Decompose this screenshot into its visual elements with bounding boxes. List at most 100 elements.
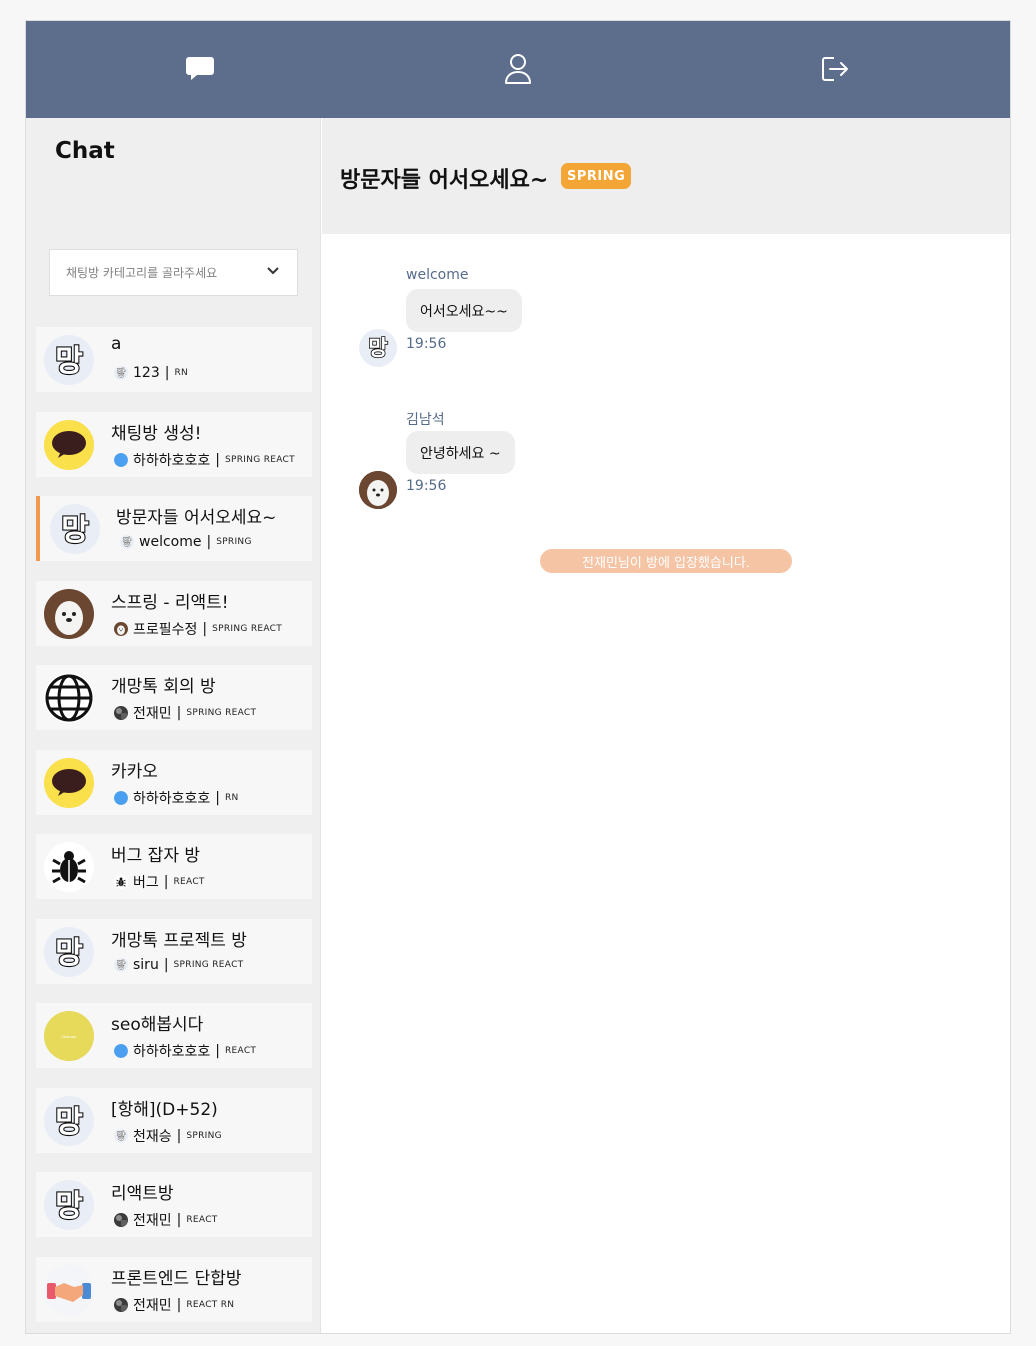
room-avatar: 망 — [44, 1180, 94, 1230]
room-list-item[interactable]: 카카오 하하하호호호 | RN — [36, 749, 312, 815]
message-avatar[interactable] — [359, 471, 397, 509]
room-meta: 전재민 | SPRING REACT — [114, 703, 256, 723]
room-meta: 망 천재승 | SPRING — [114, 1126, 222, 1146]
owner-avatar — [114, 1297, 128, 1312]
room-tags: REACT — [186, 1215, 218, 1225]
room-meta: 전재민 | REACT — [114, 1210, 218, 1230]
message-author: welcome — [406, 267, 469, 283]
room-owner: 전재민 — [133, 1297, 172, 1314]
message-bubble: 어서오세요~~ — [406, 289, 522, 332]
room-avatar: SeoLogo — [44, 1011, 94, 1061]
meta-separator: | — [176, 1212, 182, 1228]
room-tags: SPRING — [216, 537, 252, 547]
chat-sidebar: Chat 채팅방 카테고리를 골라주세요 망 a 망 123 | RN 채팅방 … — [26, 118, 321, 1333]
category-select-placeholder: 채팅방 카테고리를 골라주세요 — [66, 266, 218, 280]
meta-separator: | — [176, 1296, 182, 1313]
svg-text:망: 망 — [117, 367, 126, 379]
room-name: a — [111, 334, 122, 354]
room-list-item[interactable]: 채팅방 생성! 하하하호호호 | SPRING REACT — [36, 411, 312, 477]
system-message: 전재민님이 방에 입장했습니다. — [540, 549, 792, 573]
meta-separator: | — [215, 789, 220, 806]
room-meta: 망 welcome | SPRING — [120, 534, 252, 550]
room-owner: siru — [133, 956, 159, 973]
room-list-item[interactable]: 망 [항해](D+52) 망 천재승 | SPRING — [36, 1087, 312, 1153]
room-list-item[interactable]: 개망톡 회의 방 전재민 | SPRING REACT — [36, 665, 312, 730]
owner-avatar: 망 — [114, 957, 128, 972]
room-meta: 망 123 | RN — [114, 365, 188, 381]
owner-avatar — [114, 1213, 128, 1227]
owner-avatar — [114, 875, 128, 889]
mang-logo-icon: 망 — [368, 335, 389, 361]
svg-text:망: 망 — [55, 1189, 83, 1224]
room-owner: 천재승 — [133, 1128, 172, 1145]
room-category-badge: SPRING — [561, 163, 632, 189]
profile-nav-button[interactable] — [500, 51, 536, 87]
sidebar-title: Chat — [55, 138, 115, 164]
room-list-item[interactable]: 스프링 - 리액트! 프로필수정 | SPRING REACT — [36, 580, 312, 646]
message-time: 19:56 — [406, 336, 447, 352]
room-name: [항해](D+52) — [111, 1099, 218, 1120]
room-list: 망 a 망 123 | RN 채팅방 생성! 하하하호호호 | SPRING R… — [36, 327, 312, 1333]
room-name: 개망톡 회의 방 — [111, 677, 216, 697]
room-tags: REACT — [225, 1046, 257, 1056]
room-list-item[interactable]: SeoLogo seo해봅시다 하하하호호호 | REACT — [36, 1003, 312, 1068]
svg-text:SeoLogo: SeoLogo — [62, 1035, 77, 1039]
room-avatar — [44, 419, 94, 470]
room-tags: SPRING REACT — [212, 623, 283, 634]
meta-separator: | — [206, 534, 212, 550]
room-list-item[interactable]: 망 리액트방 전재민 | REACT — [36, 1172, 312, 1237]
meta-separator: | — [215, 451, 220, 468]
message-time: 19:56 — [406, 478, 447, 494]
room-list-item[interactable]: 망 방문자들 어서오세요~ 망 welcome | SPRING — [36, 496, 312, 561]
room-owner: 전재민 — [133, 706, 172, 722]
room-name: 채팅방 생성! — [111, 423, 202, 444]
room-avatar: 망 — [44, 335, 94, 385]
app-window: Chat 채팅방 카테고리를 골라주세요 망 a 망 123 | RN 채팅방 … — [25, 20, 1011, 1334]
room-tags: RN — [174, 368, 189, 378]
meta-separator: | — [176, 1127, 182, 1144]
owner-avatar: 망 — [114, 366, 128, 380]
room-owner: 하하하호호호 — [133, 790, 211, 807]
svg-text:망: 망 — [368, 336, 387, 360]
chat-panel: 방문자들 어서오세요~ SPRING welcome 어서오세요~~ 망 19:… — [322, 118, 1010, 1333]
room-owner: welcome — [139, 534, 202, 550]
room-name: 프론트엔드 단합방 — [111, 1268, 242, 1289]
room-meta: 전재민 | REACT RN — [114, 1295, 234, 1315]
meta-separator: | — [215, 1043, 220, 1059]
room-list-item[interactable]: 버그 잡자 방 버그 | REACT — [36, 834, 312, 899]
room-title: 방문자들 어서오세요~ — [340, 168, 549, 193]
room-avatar — [44, 588, 94, 639]
room-tags: SPRING — [186, 1130, 222, 1141]
room-list-item[interactable]: 망 개망톡 프로젝트 방 망 siru | SPRING REACT — [36, 918, 312, 984]
room-owner: 하하하호호호 — [133, 1044, 211, 1060]
message-avatar[interactable]: 망 — [359, 329, 397, 367]
top-nav-bar — [26, 21, 1010, 118]
chat-nav-button[interactable] — [182, 51, 218, 87]
svg-text:망: 망 — [55, 1105, 83, 1140]
room-meta: 하하하호호호 | RN — [114, 788, 239, 808]
room-tags: REACT RN — [186, 1299, 235, 1310]
room-tags: REACT — [173, 877, 205, 887]
room-name: 버그 잡자 방 — [111, 846, 201, 866]
room-meta: 프로필수정 | SPRING REACT — [114, 619, 282, 639]
room-list-item[interactable]: 프론트엔드 단합방 전재민 | REACT RN — [36, 1256, 312, 1322]
room-name: 카카오 — [111, 761, 158, 782]
room-owner: 123 — [133, 365, 160, 381]
room-tags: SPRING REACT — [225, 454, 295, 465]
room-tags: SPRING REACT — [173, 959, 244, 970]
meta-separator: | — [163, 956, 169, 973]
meta-separator: | — [164, 365, 170, 381]
meta-separator: | — [176, 705, 182, 721]
room-list-item[interactable]: 망 a 망 123 | RN — [36, 327, 312, 392]
category-select[interactable]: 채팅방 카테고리를 골라주세요 — [49, 249, 298, 296]
room-avatar: 망 — [50, 504, 100, 554]
meta-separator: | — [163, 874, 169, 890]
room-owner: 프로필수정 — [133, 621, 198, 638]
owner-avatar — [114, 452, 128, 467]
room-owner: 하하하호호호 — [133, 452, 211, 469]
logout-nav-button[interactable] — [817, 51, 853, 87]
room-avatar — [44, 757, 94, 808]
room-meta: 하하하호호호 | REACT — [114, 1041, 256, 1061]
room-avatar — [44, 842, 94, 892]
room-name: 리액트방 — [111, 1184, 174, 1204]
